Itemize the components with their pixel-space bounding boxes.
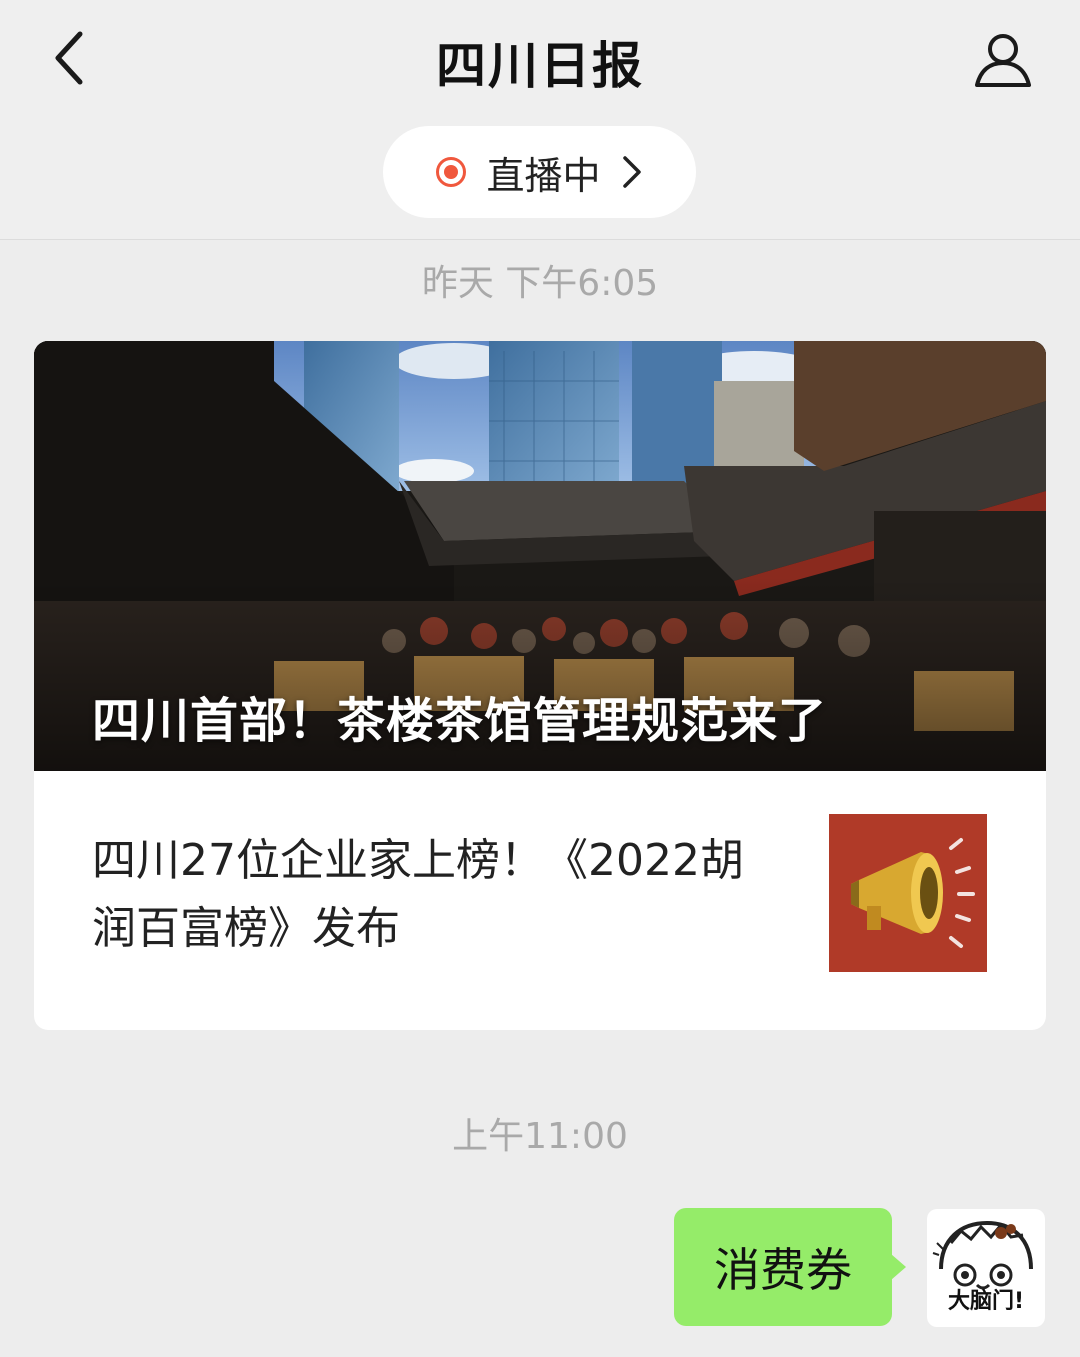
page-title: 四川日报 (436, 37, 644, 95)
profile-button[interactable] (970, 26, 1036, 92)
sub-article-title: 四川27位企业家上榜！《2022胡润百富榜》发布 (92, 835, 744, 954)
sub-article-item[interactable]: 四川27位企业家上榜！《2022胡润百富榜》发布 (34, 771, 1046, 1030)
avatar-caption: 大脑门! (947, 1289, 1025, 1314)
message-timestamp: 昨天 下午6:05 (421, 263, 659, 304)
sent-message-bubble[interactable]: 消费券 (674, 1208, 906, 1326)
article-main-title: 四川首部！茶楼茶馆管理规范来了 (92, 693, 828, 749)
megaphone-icon (851, 838, 975, 948)
live-label: 直播中 (486, 153, 601, 198)
live-dot-icon (436, 157, 467, 187)
article-cover[interactable]: 四川首部！茶楼茶馆管理规范来了 (34, 341, 1046, 771)
chevron-right-icon (622, 156, 641, 188)
live-stream-button[interactable]: 直播中 (383, 126, 696, 218)
message-text: 消费券 (714, 1243, 852, 1297)
sub-article-thumbnail (829, 814, 987, 972)
user-avatar[interactable]: 大脑门! (927, 1209, 1045, 1327)
article-card[interactable]: 四川首部！茶楼茶馆管理规范来了 四川27位企业家上榜！《2022胡润百富榜》发布 (34, 341, 1046, 1030)
message-timestamp: 上午11:00 (452, 1116, 628, 1157)
chat-header: 四川日报 直播中 (0, 0, 1080, 240)
person-icon (975, 34, 1031, 87)
